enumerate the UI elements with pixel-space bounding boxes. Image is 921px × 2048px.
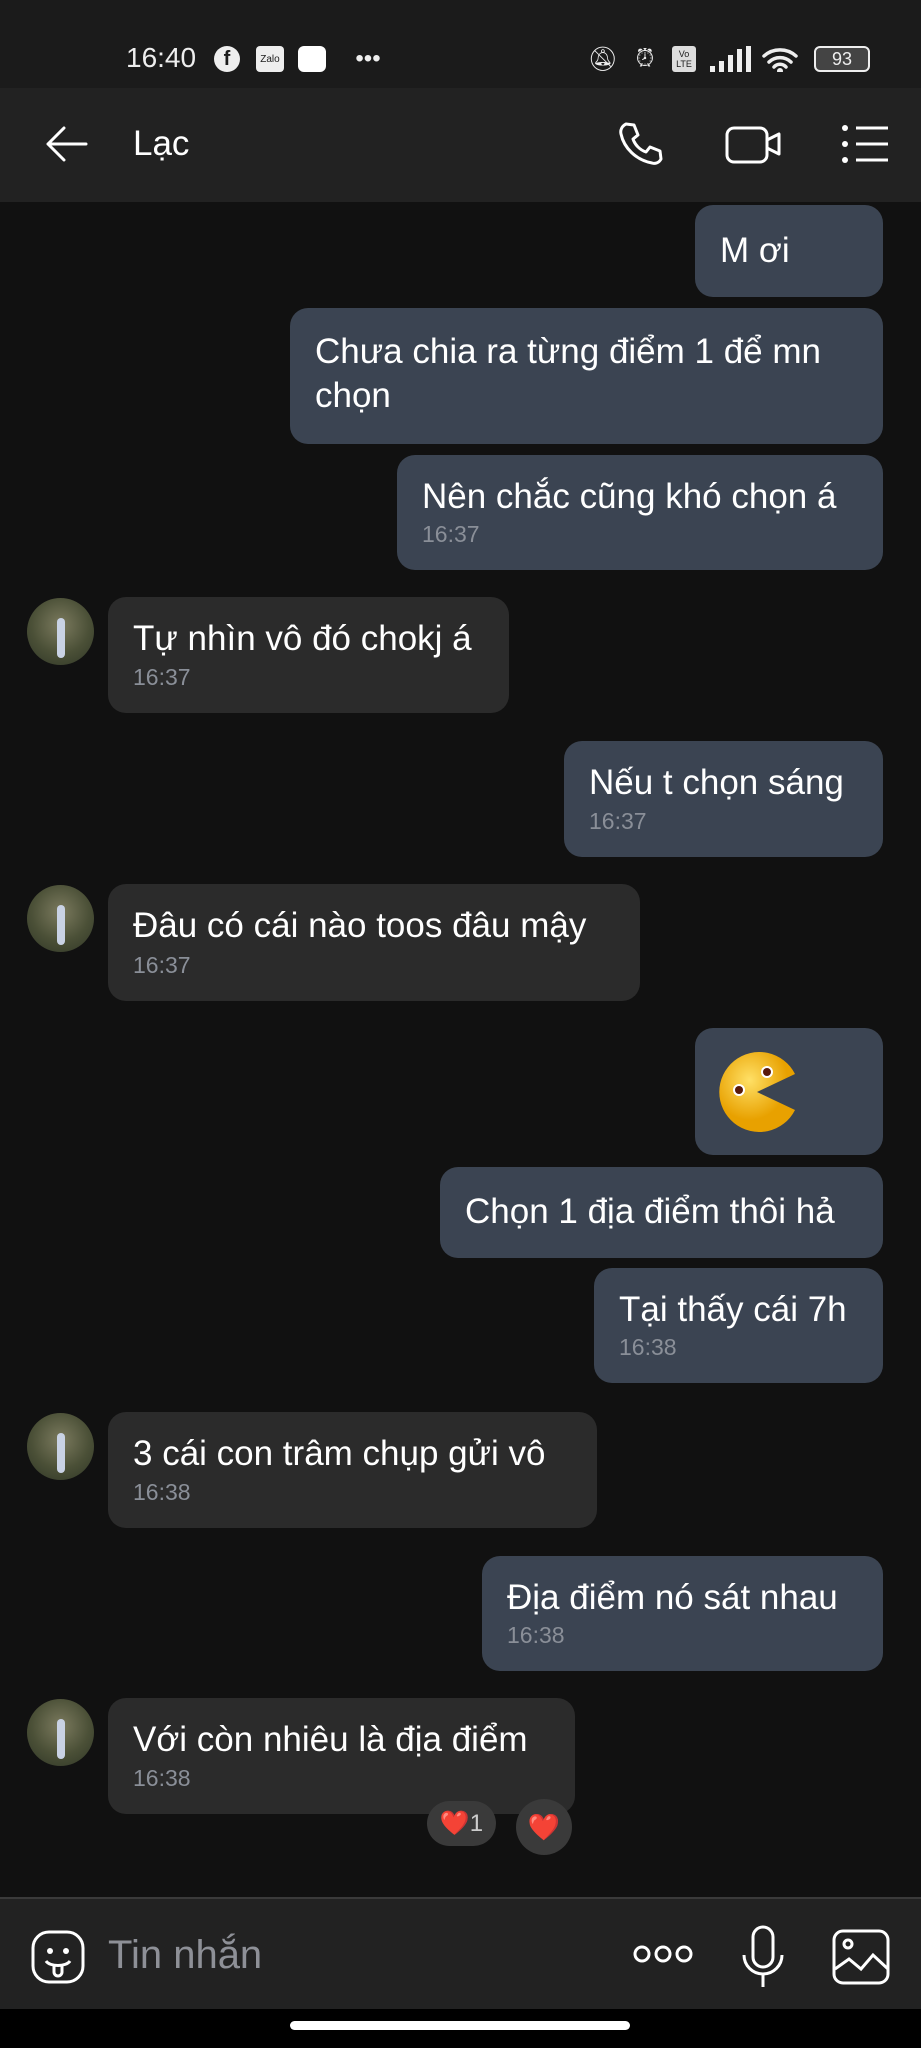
navigation-bar: [0, 2009, 921, 2048]
app-icon: [298, 46, 326, 72]
message-time: 16:37: [589, 808, 647, 834]
message-text: Chưa chia ra từng điểm 1 để mn chọn: [315, 332, 821, 415]
more-dots-icon: •••: [355, 45, 381, 72]
avatar[interactable]: [27, 598, 94, 665]
battery-icon: 93: [814, 46, 870, 72]
message-time: 16:37: [133, 664, 191, 690]
wifi-icon: [762, 48, 798, 72]
back-arrow-icon[interactable]: [40, 118, 92, 170]
message-time: 16:38: [133, 1765, 191, 1791]
image-icon[interactable]: [832, 1929, 890, 1985]
mute-icon: 🔕︎: [587, 45, 619, 73]
message-bubble-sent[interactable]: Chọn 1 địa điểm thôi hả: [440, 1167, 883, 1258]
message-time: 16:38: [619, 1334, 677, 1360]
message-bubble-sent[interactable]: Nếu t chọn sáng 16:37: [564, 741, 883, 857]
message-time: 16:38: [507, 1622, 565, 1648]
message-list[interactable]: M ơi Chưa chia ra từng điểm 1 để mn chọn…: [0, 202, 921, 1897]
phone-icon[interactable]: [614, 118, 666, 170]
message-bubble-received[interactable]: Đâu có cái nào toos đâu mậy 16:37: [108, 884, 640, 1001]
reaction-count: 1: [469, 1809, 484, 1837]
message-bubble-sent[interactable]: Tại thấy cái 7h 16:38: [594, 1268, 883, 1383]
signal-icon: [710, 46, 751, 72]
message-input-bar: Tin nhắn: [0, 1897, 921, 2009]
more-icon[interactable]: [632, 1943, 694, 1965]
video-call-icon[interactable]: [724, 118, 784, 170]
message-time: 16:37: [422, 521, 480, 547]
message-input[interactable]: Tin nhắn: [108, 1933, 262, 1978]
message-bubble-sent[interactable]: Nên chắc cũng khó chọn á 16:37: [397, 455, 883, 570]
sticker-bubble[interactable]: [695, 1028, 883, 1155]
message-time: 16:38: [133, 1479, 191, 1505]
sticker-icon[interactable]: [30, 1929, 86, 1985]
home-indicator[interactable]: [290, 2021, 630, 2030]
message-bubble-received[interactable]: Với còn nhiêu là địa điểm 16:38: [108, 1698, 575, 1814]
message-text: 3 cái con trâm chụp gửi vô: [133, 1434, 546, 1473]
zalo-icon: Zalo: [256, 46, 284, 72]
volte-icon: Vo LTE: [672, 46, 696, 72]
message-text: M ơi: [720, 231, 790, 270]
message-time: 16:37: [133, 952, 191, 978]
chat-header: Lạc: [0, 88, 921, 202]
avatar[interactable]: [27, 1699, 94, 1766]
message-text: Chọn 1 địa điểm thôi hả: [465, 1192, 835, 1231]
heart-icon: ❤️: [527, 1811, 561, 1842]
menu-list-icon[interactable]: [840, 118, 892, 170]
heart-icon: ❤️: [439, 1810, 470, 1837]
message-bubble-sent[interactable]: M ơi: [695, 205, 883, 297]
reaction-summary[interactable]: ❤️ 1: [427, 1801, 496, 1846]
message-text: Đâu có cái nào toos đâu mậy: [133, 906, 587, 945]
react-button[interactable]: ❤️: [516, 1799, 572, 1855]
message-bubble-sent[interactable]: Địa điểm nó sát nhau 16:38: [482, 1556, 883, 1671]
facebook-icon: f: [214, 46, 240, 72]
avatar[interactable]: [27, 1413, 94, 1480]
status-time: 16:40: [126, 42, 197, 73]
message-text: Với còn nhiêu là địa điểm: [133, 1720, 528, 1759]
message-bubble-received[interactable]: 3 cái con trâm chụp gửi vô 16:38: [108, 1412, 597, 1528]
alarm-icon: ⏰︎: [635, 45, 655, 72]
contact-name[interactable]: Lạc: [133, 124, 189, 164]
microphone-icon[interactable]: [738, 1925, 788, 1989]
message-bubble-received[interactable]: Tự nhìn vô đó chokj á 16:37: [108, 597, 509, 713]
avatar[interactable]: [27, 885, 94, 952]
message-bubble-sent[interactable]: Chưa chia ra từng điểm 1 để mn chọn: [290, 308, 883, 444]
message-text: Nên chắc cũng khó chọn á: [422, 477, 837, 516]
status-bar: 16:40 f Zalo ••• 🔕︎ ⏰︎ Vo LTE 93: [0, 0, 921, 88]
pacman-emoji-sticker: [719, 1052, 795, 1132]
